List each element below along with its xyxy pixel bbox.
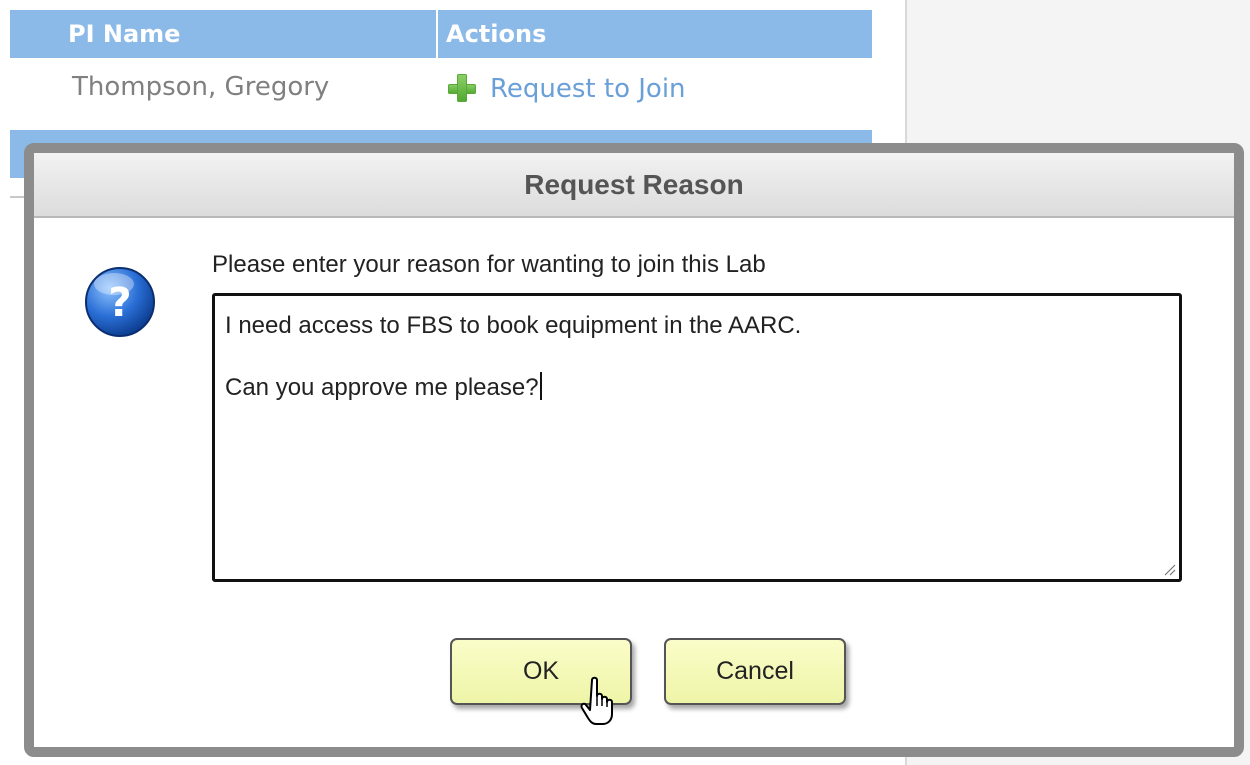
reason-line-2: Can you approve me please? xyxy=(225,374,539,401)
request-reason-dialog: Request Reason ? Please enter your reaso… xyxy=(24,143,1244,757)
plus-icon xyxy=(448,74,478,104)
request-to-join-link[interactable]: Request to Join xyxy=(448,74,686,104)
header-left-cell xyxy=(10,10,58,58)
text-caret xyxy=(539,372,542,400)
cancel-button[interactable]: Cancel xyxy=(664,638,846,705)
dialog-prompt: Please enter your reason for wanting to … xyxy=(212,251,766,278)
column-divider xyxy=(436,10,438,58)
pi-name-cell: Thompson, Gregory xyxy=(72,72,330,102)
table-header: PI Name Actions xyxy=(10,10,872,58)
svg-text:?: ? xyxy=(108,280,131,326)
reason-textarea[interactable]: I need access to FBS to book equipment i… xyxy=(212,293,1182,582)
reason-line-1: I need access to FBS to book equipment i… xyxy=(225,312,802,339)
request-to-join-label: Request to Join xyxy=(490,74,686,104)
column-header-actions[interactable]: Actions xyxy=(446,20,546,48)
column-header-pi-name[interactable]: PI Name xyxy=(68,20,180,48)
resize-grip-icon[interactable] xyxy=(1161,561,1177,577)
dialog-title[interactable]: Request Reason xyxy=(34,153,1234,218)
question-icon: ? xyxy=(85,267,155,337)
hand-cursor-icon xyxy=(580,676,613,725)
